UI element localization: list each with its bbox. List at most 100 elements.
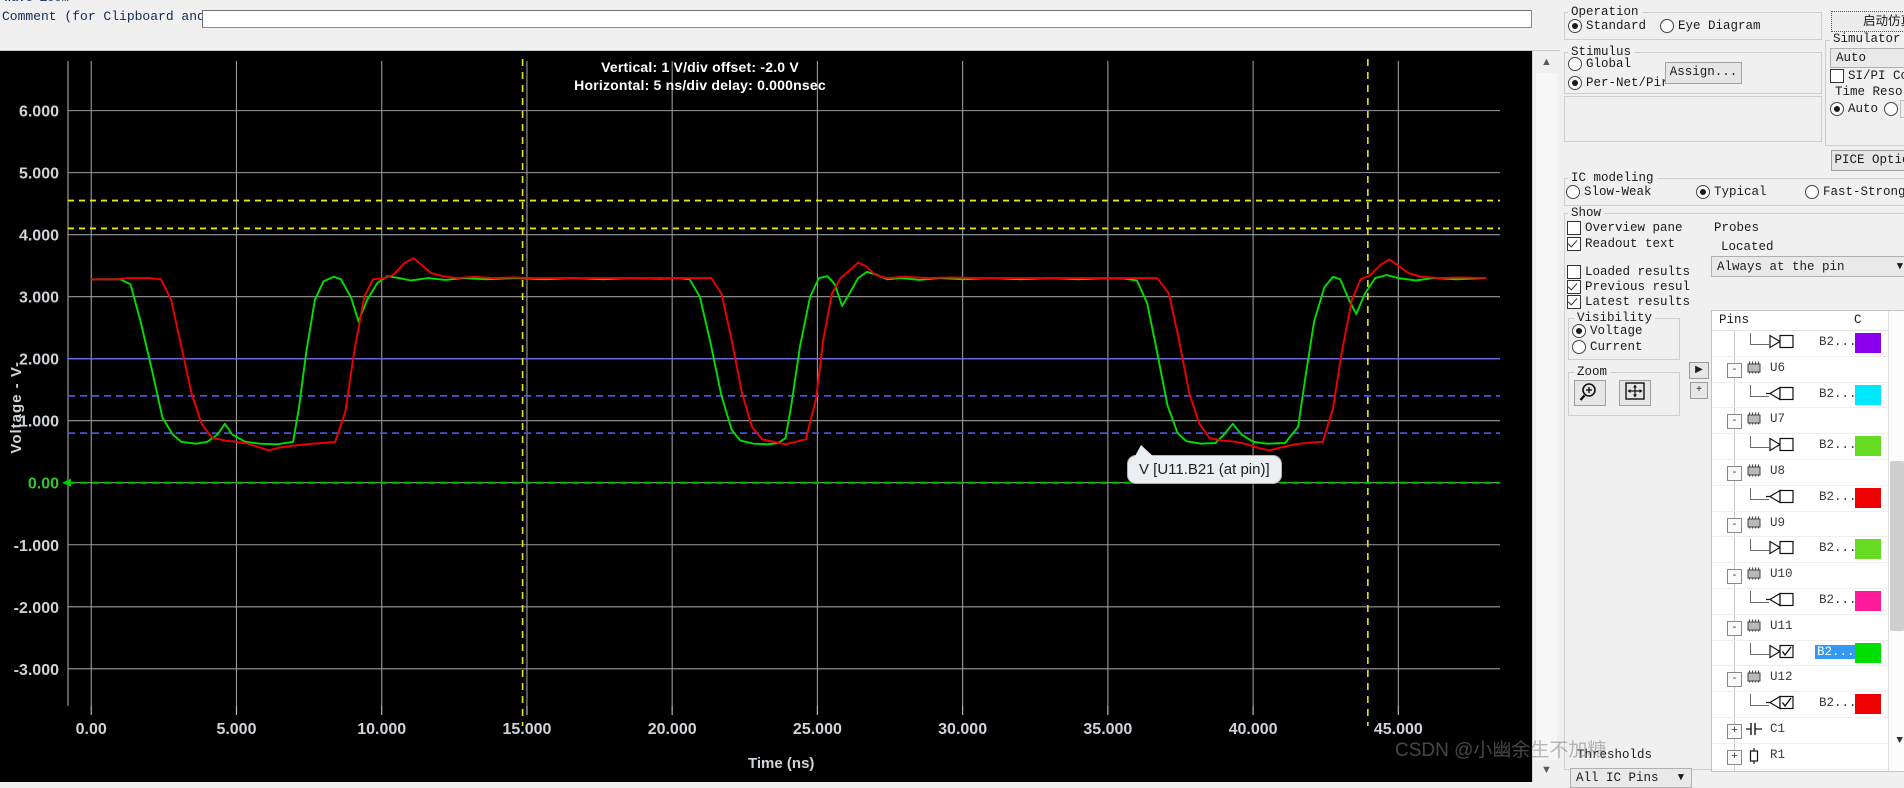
simulator-select[interactable]: Auto ▾	[1830, 48, 1904, 68]
resistor-icon-wrap	[1748, 747, 1760, 768]
pins-tree-row[interactable]: B2...	[1712, 537, 1904, 564]
pins-tree-row[interactable]: - U12	[1712, 666, 1904, 693]
ic-modeling-fast-strong-radio[interactable]: Fast-Strong	[1805, 185, 1904, 199]
pins-tree-row[interactable]: + C1	[1712, 717, 1904, 744]
component-name[interactable]: U6	[1770, 361, 1785, 375]
ic-modeling-slow-weak-radio[interactable]: Slow-Weak	[1566, 185, 1652, 199]
checkbox-off-icon	[1567, 221, 1581, 235]
pin-name[interactable]: B2...	[1817, 696, 1859, 710]
part-name[interactable]: R1	[1770, 748, 1785, 762]
pins-tree-row[interactable]: - U9	[1712, 511, 1904, 538]
ic-modeling-typical-radio[interactable]: Typical	[1696, 185, 1767, 199]
stimulus-global-radio[interactable]: Global	[1568, 57, 1631, 71]
pin-color-swatch[interactable]	[1855, 436, 1881, 457]
pin-color-swatch[interactable]	[1855, 384, 1881, 405]
stimulus-pernet-radio[interactable]: Per-Net/Pir	[1568, 76, 1669, 90]
thresholds-select[interactable]: All IC Pins ▾	[1570, 768, 1692, 788]
ic-chip-icon	[1747, 567, 1761, 580]
tree-expander[interactable]: +	[1727, 723, 1742, 739]
scroll-track[interactable]	[1536, 73, 1557, 760]
pin-name[interactable]: B2...	[1817, 593, 1859, 607]
pin-color-swatch[interactable]	[1855, 539, 1881, 560]
tree-expander[interactable]: -	[1727, 362, 1742, 378]
pins-tree-row[interactable]: - U11	[1712, 614, 1904, 641]
tree-expander[interactable]: -	[1727, 414, 1742, 430]
pins-tree-row[interactable]: - U8	[1712, 459, 1904, 486]
pin-name[interactable]: B2...	[1817, 438, 1859, 452]
part-name[interactable]: C1	[1770, 722, 1785, 736]
operation-standard-radio[interactable]: Standard	[1568, 19, 1646, 33]
pin-color-swatch[interactable]	[1855, 333, 1881, 353]
show-latest-results-checkbox[interactable]: Latest results	[1567, 295, 1690, 309]
tree-expander[interactable]: -	[1727, 620, 1742, 636]
time-resolution-input[interactable]: 10	[1900, 100, 1904, 118]
comment-input[interactable]	[202, 10, 1532, 28]
x-axis-title: Time (ns)	[748, 755, 815, 772]
expand-pins-button[interactable]: ▶	[1689, 362, 1709, 379]
pin-color-swatch[interactable]	[1855, 694, 1881, 715]
pins-tree[interactable]: Pins C ▲ B2... - U6 B2... - U7 B2... - U8 B2... - U…	[1711, 310, 1904, 772]
component-name[interactable]: U10	[1770, 567, 1793, 581]
pins-tree-row[interactable]: +R2	[1712, 769, 1904, 771]
tree-expander[interactable]: -	[1727, 569, 1742, 585]
show-previous-results-checkbox[interactable]: Previous resul	[1567, 280, 1690, 294]
component-name[interactable]: U9	[1770, 516, 1785, 530]
pins-tree-row[interactable]: - U7	[1712, 408, 1904, 435]
pins-tree-row[interactable]: B2...	[1712, 692, 1904, 718]
input-buffer-icon	[1766, 489, 1794, 504]
pins-tree-row[interactable]: B2...	[1712, 434, 1904, 460]
pins-scroll-down-icon[interactable]: ▼	[1896, 735, 1903, 747]
pice-options-button[interactable]: PICE Options..	[1831, 150, 1904, 171]
pin-name[interactable]: B2...	[1817, 490, 1859, 504]
run-simulation-button[interactable]: 启动仿真	[1831, 11, 1904, 32]
oscilloscope-plot[interactable]: 6.000 5.000 4.000 3.000 2.000 1.000 0.00 -1.000…	[0, 51, 1533, 782]
pins-tree-row[interactable]: B2...	[1712, 382, 1904, 409]
zoom-in-button[interactable]	[1574, 380, 1606, 406]
visibility-voltage-radio[interactable]: Voltage	[1572, 324, 1643, 338]
pins-tree-row[interactable]: B2...	[1712, 640, 1904, 667]
component-name[interactable]: U8	[1770, 464, 1785, 478]
show-overview-pane-checkbox[interactable]: Overview pane	[1567, 221, 1683, 235]
pins-tree-row[interactable]: B2...	[1712, 485, 1904, 512]
pins-tree-row[interactable]: + R1	[1712, 743, 1904, 770]
add-pin-button[interactable]: +	[1690, 382, 1708, 399]
ic-chip-icon-wrap	[1745, 619, 1763, 636]
plot-vertical-scrollbar[interactable]: ▲ ▼	[1532, 51, 1560, 782]
component-name[interactable]: U7	[1770, 412, 1785, 426]
pin-name[interactable]: B2...	[1817, 335, 1859, 349]
output-buffer-icon	[1769, 644, 1794, 659]
tree-expander[interactable]: +	[1727, 749, 1742, 765]
pin-color-swatch[interactable]	[1855, 487, 1881, 508]
pins-tree-row[interactable]: B2...	[1712, 588, 1904, 615]
pin-color-swatch[interactable]	[1855, 590, 1881, 611]
tree-expander[interactable]: -	[1727, 517, 1742, 533]
time-resolution-auto-radio[interactable]: Auto	[1830, 102, 1878, 116]
pins-scroll-thumb[interactable]	[1890, 461, 1904, 631]
pins-tree-rows: B2... - U6 B2... - U7 B2... - U8 B2... - U9 B2... - U1…	[1712, 331, 1904, 771]
tree-expander[interactable]: -	[1727, 465, 1742, 481]
pins-tree-row[interactable]: - U10	[1712, 563, 1904, 589]
visibility-group-label: Visibility	[1574, 311, 1656, 325]
show-readout-text-checkbox[interactable]: Readout text	[1567, 237, 1675, 251]
assign-button[interactable]: Assign...	[1665, 62, 1742, 84]
scroll-down-icon[interactable]: ▼	[1536, 761, 1557, 780]
operation-eye-diagram-radio[interactable]: Eye Diagram	[1660, 19, 1761, 33]
tree-expander[interactable]: -	[1727, 672, 1742, 688]
component-name[interactable]: U12	[1770, 670, 1793, 684]
pins-tree-row[interactable]: - U6	[1712, 356, 1904, 383]
pin-name[interactable]: B2...	[1817, 387, 1859, 401]
pins-tree-row[interactable]: B2...	[1712, 331, 1904, 357]
pins-scrollbar[interactable]: ▼	[1888, 311, 1904, 771]
zoom-fit-button[interactable]	[1619, 380, 1651, 406]
probes-located-select[interactable]: Always at the pin ▾	[1711, 256, 1904, 277]
visibility-current-radio[interactable]: Current	[1572, 340, 1643, 354]
pin-name[interactable]: B2...	[1817, 541, 1859, 555]
output-buffer-icon-wrap	[1764, 644, 1795, 663]
component-name[interactable]: U11	[1770, 619, 1793, 633]
show-loaded-results-checkbox[interactable]: Loaded results	[1567, 265, 1690, 279]
ic-chip-icon-wrap	[1745, 464, 1763, 481]
sipi-cosim-checkbox[interactable]: SI/PI Co-Sim	[1830, 69, 1904, 83]
input-buffer-icon-wrap	[1764, 695, 1795, 714]
pin-color-swatch[interactable]	[1855, 642, 1881, 663]
scroll-up-icon[interactable]: ▲	[1536, 53, 1557, 72]
